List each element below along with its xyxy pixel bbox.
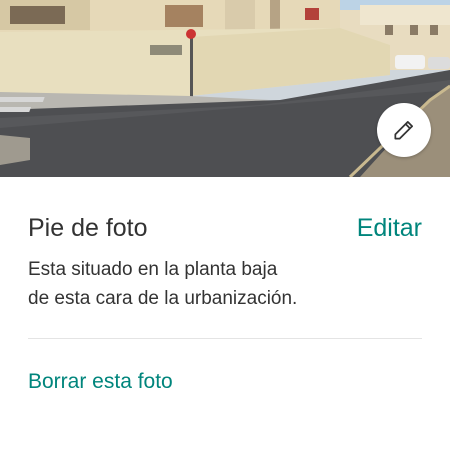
listing-photo: [0, 0, 450, 177]
delete-photo-button[interactable]: Borrar esta foto: [28, 367, 173, 397]
pencil-icon: [394, 121, 413, 140]
edit-photo-button[interactable]: [377, 103, 431, 157]
divider: [28, 338, 422, 339]
caption-heading: Pie de foto: [28, 214, 148, 242]
edit-caption-button[interactable]: Editar: [357, 212, 422, 244]
photo-caption-screen: Pie de foto Editar Esta situado en la pl…: [0, 0, 450, 450]
caption-text: Esta situado en la planta baja de esta c…: [28, 259, 298, 309]
street-photo-image: [0, 0, 450, 177]
